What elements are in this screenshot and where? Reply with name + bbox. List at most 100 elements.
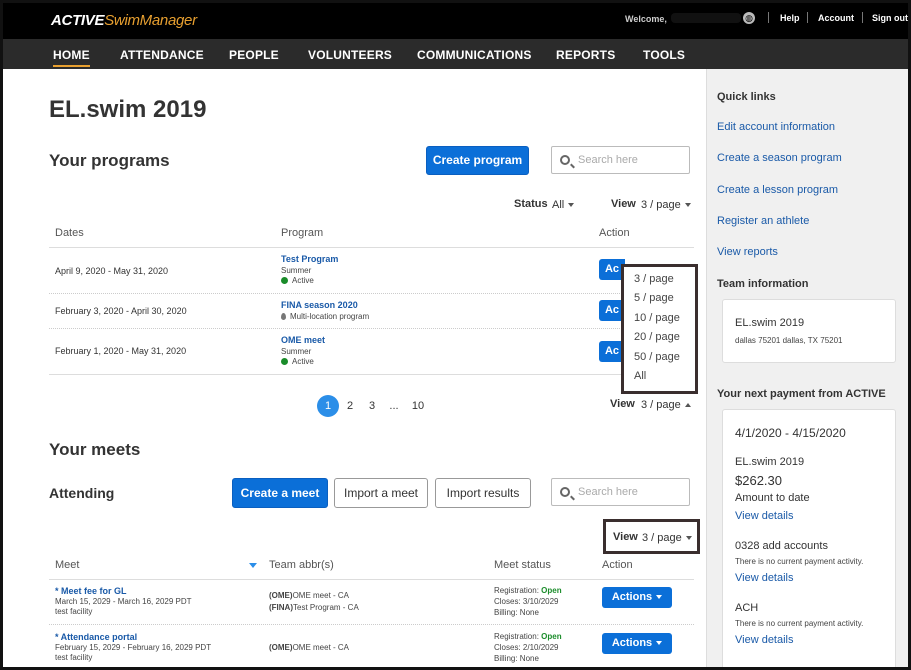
per-page-option-all[interactable]: All [634,370,646,382]
billing-status: Billing: None [494,608,539,617]
active-status-icon [281,358,288,366]
registration-status: Registration: Open [494,586,562,595]
search-icon [560,155,570,165]
team-address: dallas 75201 dallas, TX 75201 [735,336,843,345]
page-3-button[interactable]: 3 [361,395,383,417]
meet-facility: test facility [55,653,93,662]
program-name-link[interactable]: OME meet [281,335,325,345]
nav-attendance[interactable]: ATTENDANCE [120,48,204,62]
view-details-link[interactable]: View details [735,510,794,522]
payment-period: 4/1/2020 - 4/15/2020 [735,426,846,440]
nav-home[interactable]: HOME [53,48,90,67]
status-filter-dropdown[interactable]: All [552,199,575,211]
nav-people[interactable]: PEOPLE [229,48,279,62]
import-results-button[interactable]: Import results [435,478,531,508]
view-per-page-dropdown[interactable]: 3 / page [641,199,691,211]
create-meet-button[interactable]: Create a meet [232,478,328,508]
meet-name-link[interactable]: * Attendance portal [55,632,137,642]
chevron-down-icon [656,595,663,600]
sidebar: Quick links Edit account information Cre… [706,69,908,667]
sign-out-link[interactable]: Sign out [872,13,908,23]
col-meet[interactable]: Meet [55,559,79,571]
meets-search-input[interactable]: Search here [551,478,690,506]
account-link[interactable]: Account [818,13,854,23]
sort-down-icon[interactable] [249,563,257,568]
page-2-button[interactable]: 2 [339,395,361,417]
search-placeholder: Search here [578,486,638,498]
view-label-bottom: View [610,398,635,410]
chevron-down-icon [685,536,692,541]
meet-name-link[interactable]: * Meet fee for GL [55,586,127,596]
divider [49,328,694,329]
view-per-page-dropdown-bottom[interactable]: 3 / page [641,399,691,411]
meets-view-per-page[interactable]: View 3 / page [603,519,700,554]
meet-facility: test facility [55,607,93,616]
per-page-option-20[interactable]: 20 / page [634,331,680,343]
meet-actions-button[interactable]: Actions [602,587,672,608]
registration-status: Registration: Open [494,632,562,641]
edit-account-link[interactable]: Edit account information [717,121,835,133]
meet-actions-button[interactable]: Actions [602,633,672,654]
team-info-heading: Team information [717,278,809,290]
programs-search-input[interactable]: Search here [551,146,690,174]
payment-card: 4/1/2020 - 4/15/2020 EL.swim 2019 $262.3… [722,409,896,667]
view-details-link[interactable]: View details [735,572,794,584]
pagination-ellipsis: ... [389,400,399,412]
nav-communications[interactable]: COMMUNICATIONS [417,48,532,62]
per-page-option-3[interactable]: 3 / page [634,273,674,285]
program-dates: February 3, 2020 - April 30, 2020 [55,306,187,316]
nav-tools[interactable]: TOOLS [643,48,685,62]
chevron-down-icon [656,641,663,646]
attending-heading: Attending [49,485,115,501]
program-name-link[interactable]: FINA season 2020 [281,300,358,310]
top-bar: ACTIVESwimManager Welcome, ◍ Help Accoun… [3,3,908,39]
register-athlete-link[interactable]: Register an athlete [717,215,809,227]
divider [862,12,863,23]
per-page-option-10[interactable]: 10 / page [634,312,680,324]
team-abbr: (OME)OME meet - CA [269,643,350,652]
team-abbr: (OME)OME meet - CA [269,591,350,600]
col-dates[interactable]: Dates [55,227,84,239]
programs-heading: Your programs [49,151,170,170]
create-program-button[interactable]: Create program [426,146,529,175]
account-name: ACH [735,602,759,614]
col-team-abbr[interactable]: Team abbr(s) [269,559,334,571]
status-filter-label: Status [514,198,548,210]
search-icon [560,487,570,497]
view-details-link[interactable]: View details [735,634,794,646]
page-1-button[interactable]: 1 [317,395,339,417]
program-dates: April 9, 2020 - May 31, 2020 [55,266,169,276]
active-swimmanager-logo[interactable]: ACTIVESwimManager [51,12,197,29]
col-program[interactable]: Program [281,227,323,239]
program-subtitle: Summer [281,266,312,275]
meet-dates: February 15, 2029 - February 16, 2029 PD… [55,643,212,652]
main-nav: HOME ATTENDANCE PEOPLE VOLUNTEERS COMMUN… [3,39,908,69]
col-action: Action [599,227,630,239]
divider [49,374,694,375]
create-lesson-program-link[interactable]: Create a lesson program [717,184,838,196]
chevron-down-icon [684,203,691,208]
view-reports-link[interactable]: View reports [717,246,778,258]
billing-status: Billing: None [494,654,539,663]
nav-volunteers[interactable]: VOLUNTEERS [308,48,392,62]
redacted-user-name [671,13,741,23]
help-link[interactable]: Help [780,13,800,23]
payment-amount: $262.30 [735,473,782,488]
active-status-icon [281,277,288,285]
col-meet-status[interactable]: Meet status [494,559,551,571]
divider [49,293,694,294]
page-10-button[interactable]: 10 [407,395,429,417]
import-meet-button[interactable]: Import a meet [334,478,428,508]
create-season-program-link[interactable]: Create a season program [717,152,842,164]
search-placeholder: Search here [578,154,638,166]
program-name-link[interactable]: Test Program [281,254,338,264]
view-label: View [611,198,636,210]
divider [49,247,694,248]
per-page-option-50[interactable]: 50 / page [634,351,680,363]
nav-reports[interactable]: REPORTS [556,48,615,62]
account-name: 0328 add accounts [735,540,828,552]
payment-team: EL.swim 2019 [735,456,805,468]
per-page-option-5[interactable]: 5 / page [634,292,674,304]
globe-icon[interactable]: ◍ [743,12,755,24]
pagination: 1 2 3 ... 10 [317,395,437,417]
